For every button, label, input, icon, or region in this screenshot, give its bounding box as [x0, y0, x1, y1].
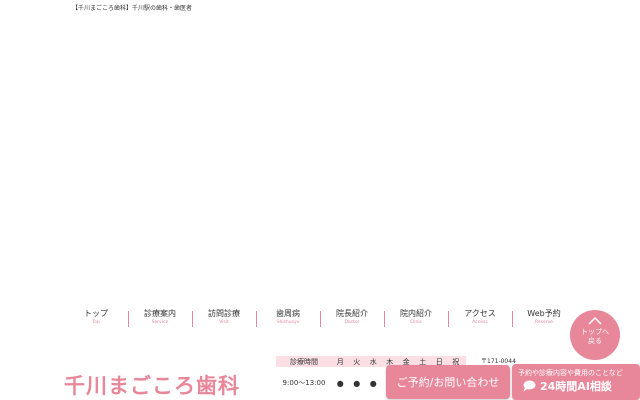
nav-sublabel: Visit	[219, 320, 229, 325]
nav-item-top[interactable]: トップ Top	[64, 309, 128, 331]
hours-time: 9:00〜13:00	[282, 379, 326, 387]
site-tagline: 【千川まごころ歯科】千川駅の歯科・歯医者	[72, 5, 193, 12]
nav-sublabel: Top	[92, 320, 100, 325]
nav-label: 訪問診療	[208, 309, 240, 318]
nav-sublabel: Service	[151, 320, 169, 325]
nav-sublabel: Access	[472, 320, 488, 325]
nav-label: 院長紹介	[336, 309, 368, 318]
hours-mark: ●	[336, 378, 344, 388]
ai-consult-label: 24時間AI相談	[540, 380, 612, 393]
nav-item-service[interactable]: 診療案内 Service	[128, 309, 192, 331]
contact-button[interactable]: ご予約/お問い合わせ	[386, 365, 510, 399]
ai-consult-button[interactable]: 予約や診療内容や費用のことなど 24時間AI相談	[512, 364, 640, 400]
ai-consult-sublabel: 予約や診療内容や費用のことなど	[518, 369, 623, 377]
nav-label: トップ	[84, 309, 108, 318]
hours-mark: ●	[369, 378, 377, 388]
nav-sublabel: Clinic	[409, 320, 423, 325]
nav-item-periodontal[interactable]: 歯周病 Shishusyo	[256, 309, 320, 331]
nav-item-visit[interactable]: 訪問診療 Visit	[192, 309, 256, 331]
global-nav: トップ Top 診療案内 Service 訪問診療 Visit 歯周病 Shis…	[64, 309, 576, 331]
nav-item-clinic[interactable]: 院内紹介 Clinic	[384, 309, 448, 331]
nav-label: 院内紹介	[400, 309, 432, 318]
ai-consult-main: 24時間AI相談	[522, 378, 612, 394]
chevron-up-icon	[588, 316, 602, 325]
hours-mark: ●	[353, 378, 361, 388]
nav-label: 歯周病	[276, 309, 300, 318]
hours-header-label: 診療時間	[290, 357, 318, 366]
nav-sublabel: Doctor	[344, 320, 360, 325]
day-header: 月	[336, 357, 344, 366]
nav-label: Web予約	[527, 309, 561, 318]
nav-item-doctor[interactable]: 院長紹介 Doctor	[320, 309, 384, 331]
postal-code: 〒171-0044	[481, 358, 516, 365]
clinic-logo[interactable]: 千川まごころ歯科	[64, 370, 240, 400]
nav-sublabel: Shishusyo	[276, 320, 300, 325]
nav-item-reserve[interactable]: Web予約 Reserve	[512, 309, 576, 331]
nav-label: 診療案内	[144, 309, 176, 318]
day-header: 火	[353, 357, 361, 366]
day-header: 水	[369, 357, 377, 366]
chat-bubble-icon	[523, 380, 536, 392]
back-to-top-button[interactable]: トップへ戻る	[570, 310, 620, 360]
nav-item-access[interactable]: アクセス Access	[448, 309, 512, 331]
nav-sublabel: Reserve	[534, 320, 554, 325]
nav-label: アクセス	[464, 309, 496, 318]
back-to-top-label: トップへ戻る	[581, 328, 609, 345]
